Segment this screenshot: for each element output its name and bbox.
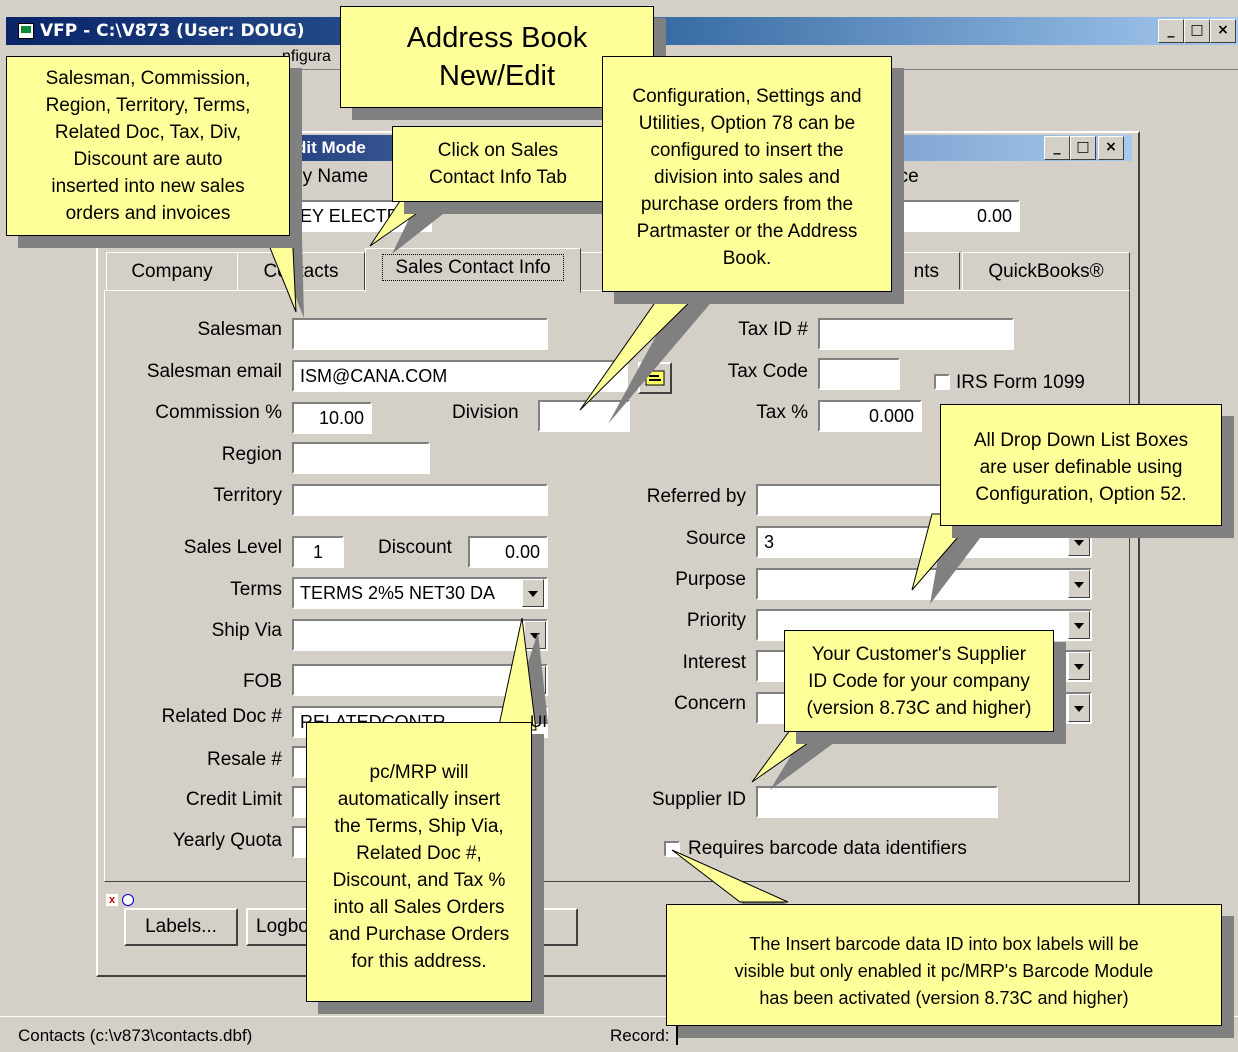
callout-line: ID Code for your company <box>808 671 1030 692</box>
callout-line: Configuration, Option 52. <box>975 484 1187 505</box>
callout-auto-insert: Salesman, Commission, Region, Territory,… <box>6 56 290 236</box>
callout-line: configured to insert the <box>650 140 844 161</box>
callout-line: for this address. <box>351 951 487 972</box>
callout-line: (version 8.73C and higher) <box>806 698 1032 719</box>
callout-line: Configuration, Settings and <box>632 86 862 107</box>
callout-line: Contact Info Tab <box>428 167 568 188</box>
callout-line: Utilities, Option 78 can be <box>638 113 856 134</box>
callout-line: and Purchase Orders <box>328 924 510 945</box>
related-doc-value-tail: UI <box>530 712 547 731</box>
callout-line: Discount are auto <box>73 149 223 170</box>
callout-line: Your Customer's Supplier <box>811 644 1027 665</box>
callout-line: Click on Sales <box>437 140 559 161</box>
callout-dropdowns: All Drop Down List Boxes are user defina… <box>940 404 1222 526</box>
callout-line: Discount, and Tax % <box>332 870 506 891</box>
callout-line: Related Doc, Tax, Div, <box>54 122 242 143</box>
callout-line: into all Sales Orders <box>333 897 505 918</box>
callout-line: purchase orders from the <box>640 194 854 215</box>
callout-barcode: The Insert barcode data ID into box labe… <box>666 904 1222 1026</box>
callout-line: The Insert barcode data ID into box labe… <box>749 934 1139 954</box>
callout-title-line1: Address Book <box>406 22 588 54</box>
callout-line: inserted into new sales <box>51 176 245 197</box>
callout-line: automatically insert <box>337 789 501 810</box>
callout-line: Book. <box>722 248 772 269</box>
callout-line: Salesman, Commission, <box>45 68 251 89</box>
callout-line: visible but only enabled it pc/MRP's Bar… <box>734 961 1154 981</box>
callout-click-tab: Click on Sales Contact Info Tab <box>392 126 604 202</box>
callout-pcmrp: pc/MRP will automatically insert the Ter… <box>306 722 532 1002</box>
callout-line: Region, Territory, Terms, <box>45 95 251 116</box>
callout-option78: Configuration, Settings and Utilities, O… <box>602 56 892 292</box>
callout-line: has been activated (version 8.73C and hi… <box>759 988 1129 1008</box>
callout-line: All Drop Down List Boxes <box>973 430 1189 451</box>
callout-line: division into sales and <box>654 167 840 188</box>
callout-supplier-id: Your Customer's Supplier ID Code for you… <box>784 630 1054 732</box>
callout-line: the Terms, Ship Via, <box>334 816 504 837</box>
callout-line: are user definable using <box>979 457 1183 478</box>
callout-line: orders and invoices <box>65 203 231 224</box>
callout-line: Related Doc #, <box>356 843 482 864</box>
callout-line: Partmaster or the Address <box>636 221 858 242</box>
callout-line: pc/MRP will <box>369 762 469 783</box>
